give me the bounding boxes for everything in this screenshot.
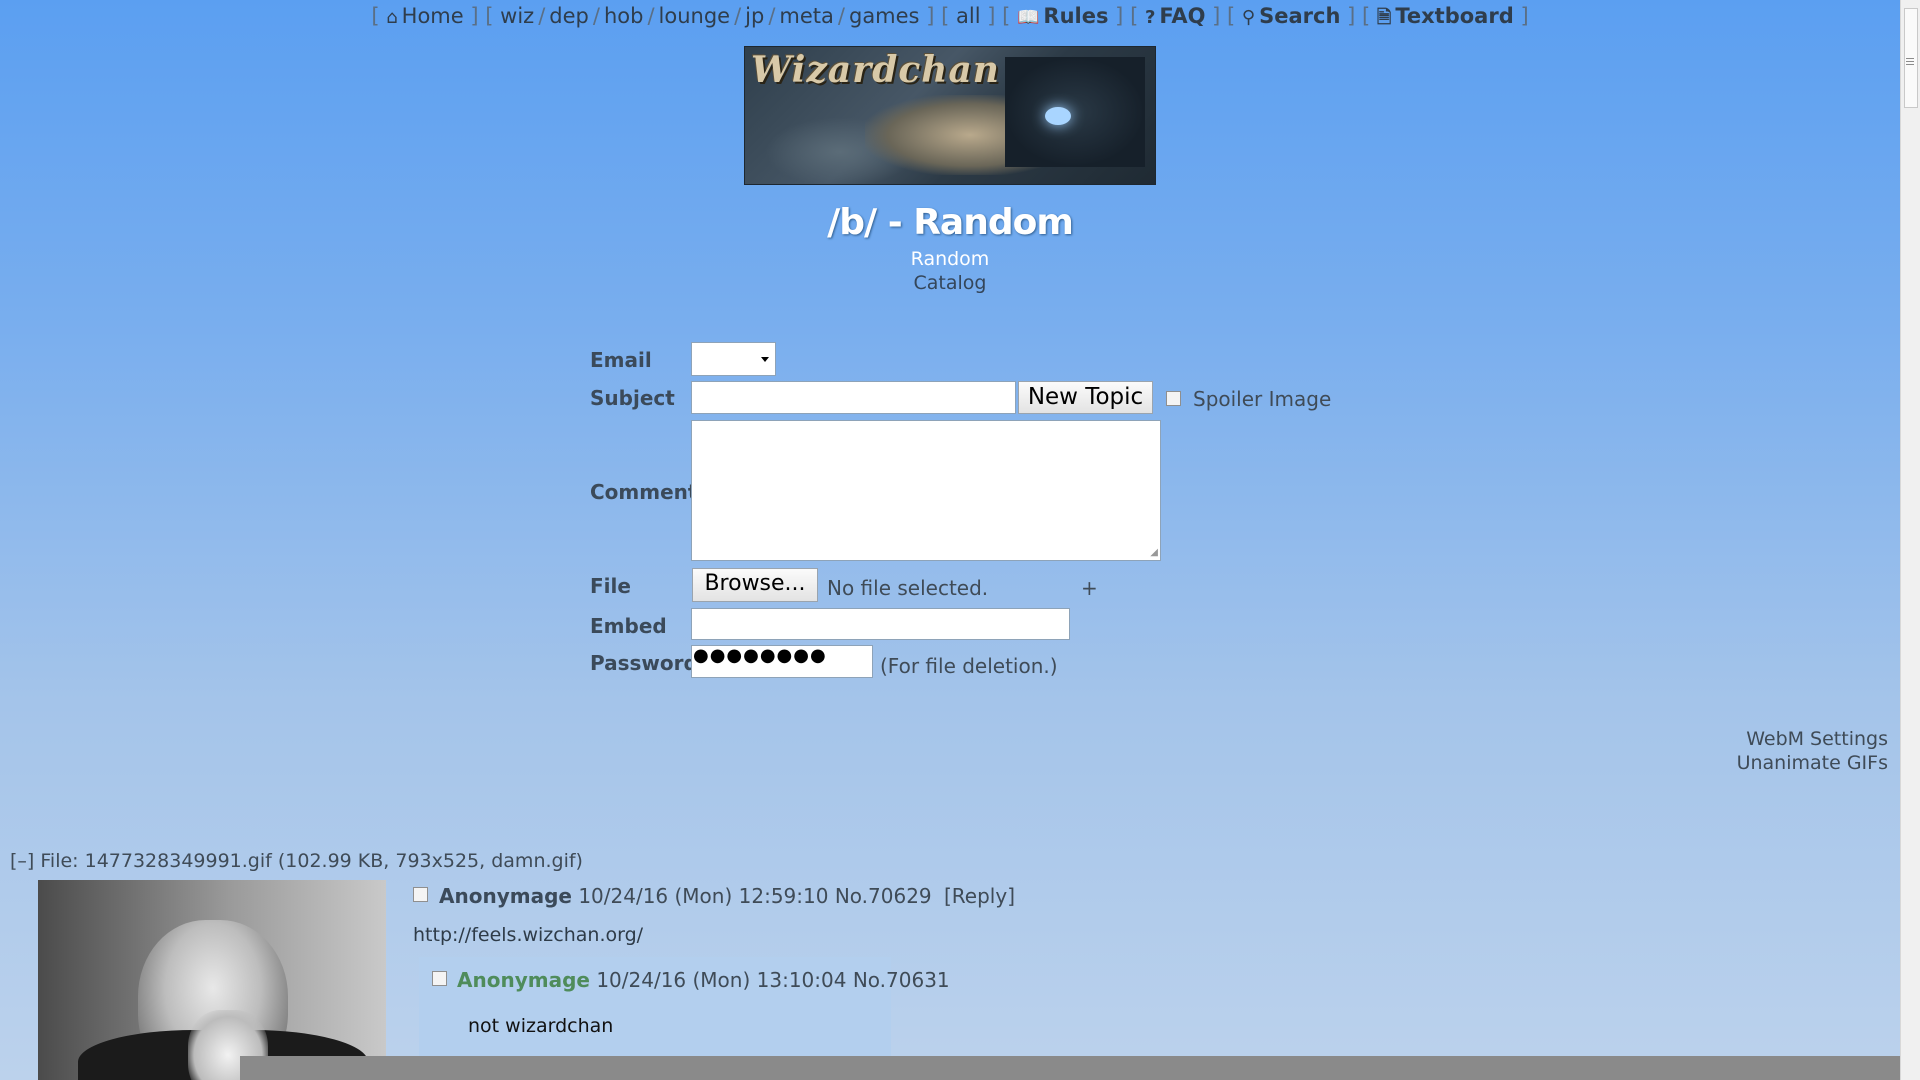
nav-home-link[interactable]: ⌂ Home [386,4,463,28]
embed-input[interactable] [691,608,1070,640]
op-poster-name: Anonymage [439,884,572,908]
op-post-checkbox[interactable] [413,887,428,902]
nav-faq-link[interactable]: ? FAQ [1145,4,1206,28]
board-subtitle: Random [910,248,990,270]
scroll-grip-icon [1906,58,1914,59]
nav-board-wiz[interactable]: wiz [500,4,534,28]
reply-post-checkbox[interactable] [432,971,447,986]
spoiler-label: Spoiler Image [1193,387,1332,411]
webm-settings-link[interactable]: WebM Settings [1737,727,1888,751]
password-value: ●●●●●●●● [693,645,827,666]
question-icon: ? [1144,7,1156,28]
op-post-number[interactable]: No.70629 [835,884,932,908]
file-info: [–] File: 1477328349991.gif (102.99 KB, … [10,850,583,872]
nav-board-hob[interactable]: hob [604,4,644,28]
email-label: Email [590,348,652,372]
op-post-date: 10/24/16 (Mon) 12:59:10 [578,884,829,908]
subject-input[interactable] [691,381,1016,414]
nav-board-meta[interactable]: meta [779,4,833,28]
file-label: File [590,574,631,598]
no-file-text: No file selected. [827,576,989,600]
comment-label: Comment [590,480,698,504]
add-file-button[interactable]: + [1081,576,1098,600]
browse-button[interactable]: Browse... [692,568,818,602]
hide-file-toggle[interactable]: [–] [10,850,34,872]
post-thumbnail-image[interactable] [38,880,386,1080]
password-note: (For file deletion.) [880,654,1058,678]
nav-all-link[interactable]: all [956,4,981,28]
nav-search-link[interactable]: ⚲ Search [1242,4,1340,28]
nav-board-games[interactable]: games [849,4,920,28]
nav-rules-link[interactable]: 📖 Rules [1017,4,1108,28]
reply-post-body: not wizardchan [468,1015,614,1037]
comment-textarea[interactable]: ◢ [691,420,1161,561]
password-label: Password [590,651,698,675]
reply-link[interactable]: [Reply] [944,884,1015,908]
side-options: WebM Settings Unanimate GIFs [1737,727,1888,775]
reply-poster-name: Anonymage [457,968,590,992]
new-topic-button[interactable]: New Topic [1018,381,1153,414]
book-icon: 📖 [1017,7,1040,28]
horizontal-scrollbar[interactable] [240,1056,1900,1080]
catalog-link[interactable]: Catalog [0,272,1900,294]
op-post-body[interactable]: http://feels.wizchan.org/ [413,924,643,946]
subject-label: Subject [590,386,675,410]
nav-board-lounge[interactable]: lounge [659,4,731,28]
nav-board-dep[interactable]: dep [549,4,589,28]
resize-grip-icon[interactable]: ◢ [1150,548,1158,558]
reply-post-header: Anonymage 10/24/16 (Mon) 13:10:04 No.706… [457,968,950,992]
home-icon: ⌂ [386,7,398,28]
vertical-scrollbar[interactable] [1900,0,1920,1080]
email-select[interactable] [691,342,776,376]
spoiler-checkbox[interactable] [1166,391,1181,406]
document-icon: 🗎 [1376,7,1392,28]
page-viewport: [ ⌂ Home ] [ wiz / dep / hob / lounge / jp / meta / g… [0,0,1900,1080]
page-title: /b/ - Random [827,202,1074,243]
chevron-down-icon [761,357,769,362]
board-banner-image[interactable]: Wizardchan [744,46,1156,185]
reply-post-number[interactable]: No.70631 [853,968,950,992]
embed-label: Embed [590,614,667,638]
nav-board-jp[interactable]: jp [745,4,764,28]
unanimate-gifs-link[interactable]: Unanimate GIFs [1737,751,1888,775]
op-post-header: Anonymage 10/24/16 (Mon) 12:59:10 No.706… [439,884,1015,908]
file-info-text: File: 1477328349991.gif (102.99 KB, 793x… [40,850,583,872]
reply-post-date: 10/24/16 (Mon) 13:10:04 [596,968,847,992]
top-navigation: [ ⌂ Home ] [ wiz / dep / hob / lounge / jp / meta / g… [0,4,1900,35]
search-icon: ⚲ [1241,7,1256,28]
nav-textboard-link[interactable]: 🗎 Textboard [1377,4,1514,28]
banner-logo-text: Wizardchan [751,49,1000,91]
